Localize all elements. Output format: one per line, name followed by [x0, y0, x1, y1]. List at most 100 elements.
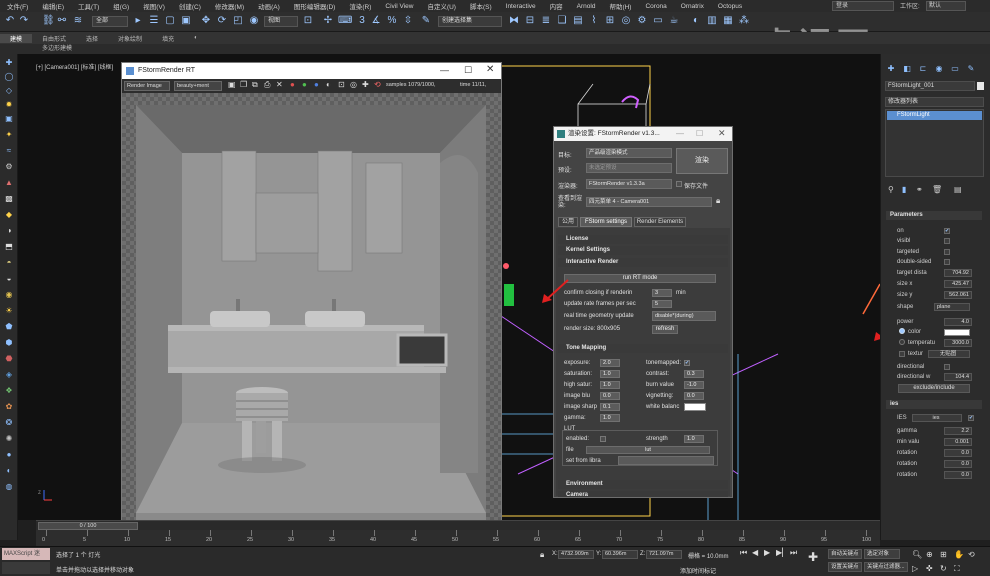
close-icon[interactable]: ✕	[486, 64, 494, 75]
x-coordinate[interactable]: 4732.909m	[558, 550, 594, 559]
maxscript-output[interactable]	[2, 562, 50, 574]
utility-icon-8[interactable]: ◉	[3, 290, 15, 300]
close-icon[interactable]: ✕	[718, 128, 726, 139]
material-editor-icon[interactable]: ◎	[620, 15, 632, 27]
link-icon[interactable]: ⛓	[42, 15, 55, 27]
menu-item[interactable]: 自定义(U)	[420, 1, 463, 11]
menu-item[interactable]: Corona	[638, 3, 673, 10]
visible-checkbox[interactable]	[944, 238, 950, 244]
utility-icon-15[interactable]: ✿	[3, 402, 15, 412]
fov-icon[interactable]: ▷	[912, 564, 918, 573]
menu-item[interactable]: 视图(V)	[136, 1, 172, 11]
pivot-icon[interactable]: ⊡	[302, 15, 314, 27]
spinner-snap-icon[interactable]: ⇳	[402, 15, 414, 27]
ribbon-tab[interactable]: 填充	[152, 34, 184, 43]
render-icon[interactable]: ☕	[668, 15, 680, 27]
goto-end-icon[interactable]: ⏭	[790, 548, 797, 558]
utility-icon-16[interactable]: ❂	[3, 418, 15, 428]
lut-enabled-checkbox[interactable]	[600, 436, 606, 442]
directional-width-value[interactable]: 104.4	[944, 373, 972, 381]
create-tab-icon[interactable]: ✚	[886, 64, 896, 74]
move-icon[interactable]: ✥	[200, 15, 212, 27]
utility-icon-17[interactable]: ✺	[3, 434, 15, 444]
rotation-z-value[interactable]: 0.0	[944, 471, 972, 479]
stack-item-fstormlight[interactable]: FStormLight	[887, 111, 982, 120]
modifier-list-dropdown[interactable]: 修改器列表	[885, 97, 984, 107]
modify-tab-icon[interactable]: ◧	[902, 64, 912, 74]
maximize-icon[interactable]: ☐	[696, 129, 703, 138]
save-file-checkbox[interactable]	[676, 181, 682, 187]
white-balance-swatch[interactable]	[684, 403, 706, 411]
renderer-dropdown[interactable]: FStormRender v1.3.3a	[586, 179, 672, 189]
kernel-section[interactable]: Kernel Settings	[558, 246, 728, 255]
menu-item[interactable]: Interactive	[499, 3, 543, 10]
utility-icon-14[interactable]: ❖	[3, 386, 15, 396]
utility-icon-11[interactable]: ⬢	[3, 338, 15, 348]
object-color-swatch[interactable]	[977, 82, 984, 90]
roll-icon[interactable]: ↻	[940, 564, 947, 573]
ribbon-tab[interactable]: 选择	[76, 34, 108, 43]
angle-snap-icon[interactable]: ∡	[370, 15, 382, 27]
lock-icon[interactable]: 🔒︎	[716, 196, 720, 206]
utility-icon-19[interactable]: ◐	[3, 466, 15, 476]
time-slider[interactable]: 0 / 100	[36, 520, 880, 530]
systems-icon[interactable]: ⚙	[3, 162, 15, 172]
create-panel-icon[interactable]: ✚	[3, 58, 15, 68]
high-saturation-value[interactable]: 1.0	[600, 381, 620, 389]
utility-icon-13[interactable]: ◈	[3, 370, 15, 380]
unlink-icon[interactable]: ⚯	[56, 15, 68, 27]
selection-filter-dropdown[interactable]: 全部	[92, 16, 128, 27]
pin-stack-icon[interactable]: ⚲	[888, 185, 894, 194]
target-distance-value[interactable]: 704.92	[944, 269, 972, 277]
utility-icon-6[interactable]: ◓	[3, 258, 15, 268]
library-dropdown[interactable]	[618, 456, 714, 465]
confirm-closing-value[interactable]: 3	[652, 289, 672, 297]
parameters-rollout[interactable]: Parameters	[886, 211, 982, 220]
workspace-dropdown[interactable]: 默认	[926, 1, 966, 11]
temperature-radio[interactable]	[899, 339, 905, 345]
align-icon[interactable]: ⊟	[524, 15, 536, 27]
channel-red-icon[interactable]: ●	[290, 80, 295, 89]
update-rate-value[interactable]: 5	[652, 300, 672, 308]
min-value-field[interactable]: 0.001	[944, 438, 972, 446]
lut-file-button[interactable]: lut	[586, 446, 710, 454]
maxscript-listener[interactable]: MAXScript 迷	[2, 548, 50, 560]
size-x-value[interactable]: 425.47	[944, 280, 972, 288]
zoom-all-icon[interactable]: ⊕	[926, 550, 933, 559]
add-time-tag[interactable]: 添加时间标记	[680, 566, 716, 575]
prev-frame-icon[interactable]: ◀	[752, 548, 758, 557]
walk-icon[interactable]: ✜	[926, 564, 933, 573]
reference-coord-dropdown[interactable]: 视图	[264, 16, 298, 27]
environment-section[interactable]: Environment	[558, 480, 728, 489]
tab-common[interactable]: 公用	[558, 217, 578, 227]
ribbon-tab[interactable]: 对象绘制	[108, 34, 152, 43]
maximize-viewport-icon[interactable]: ⛶	[954, 564, 960, 574]
ies-checkbox[interactable]: ✔	[968, 415, 974, 421]
menu-item[interactable]: Octopus	[711, 3, 749, 10]
configure-sets-icon[interactable]: ▤	[954, 185, 962, 194]
ribbon-toggle-icon[interactable]: ◐	[184, 35, 208, 41]
mirror-icon[interactable]: ⧓	[508, 15, 520, 27]
snap-icon[interactable]: 3	[356, 15, 368, 27]
named-selection-set-dropdown[interactable]: 创建选择集	[438, 16, 502, 27]
z-coordinate[interactable]: 721.097m	[646, 550, 682, 559]
corona-icon[interactable]: ◐	[690, 15, 702, 27]
menu-item[interactable]: 图形编辑器(D)	[287, 1, 343, 11]
zoom-extents-icon[interactable]: ⊞	[940, 550, 947, 559]
menu-item[interactable]: 脚本(S)	[463, 1, 499, 11]
copy-icon[interactable]: ❐	[240, 80, 247, 89]
gamma-value[interactable]: 1.0	[600, 414, 620, 422]
add-key-icon[interactable]: ✚	[808, 550, 818, 564]
menu-item[interactable]: 编辑(E)	[35, 1, 71, 11]
key-filters-button[interactable]: 关键点过滤器...	[864, 562, 908, 572]
utility-icon-20[interactable]: ◍	[3, 482, 15, 492]
utility-icon-7[interactable]: ◒	[3, 274, 15, 284]
light-color-swatch[interactable]	[944, 329, 970, 336]
clear-icon[interactable]: ✕	[276, 80, 283, 89]
minimize-icon[interactable]: —	[440, 65, 449, 75]
sign-in-field[interactable]: 登录	[832, 1, 894, 11]
clone-icon[interactable]: ⧉	[252, 80, 258, 90]
lights-icon[interactable]: ✹	[3, 100, 15, 110]
motion-tab-icon[interactable]: ◉	[934, 64, 944, 74]
y-coordinate[interactable]: 60.396m	[602, 550, 638, 559]
